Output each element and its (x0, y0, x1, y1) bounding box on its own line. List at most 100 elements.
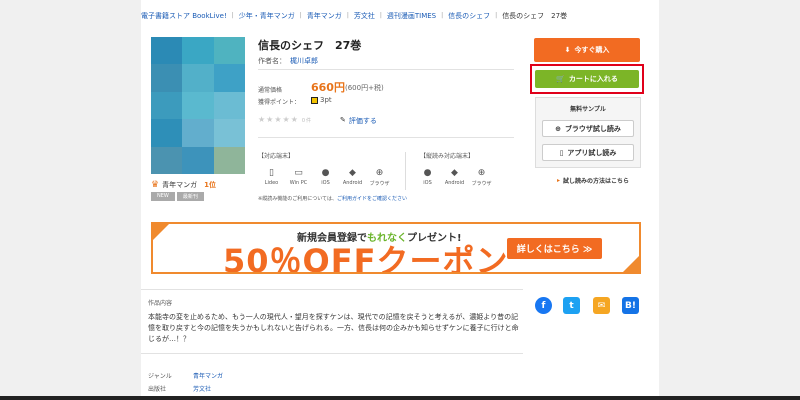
android-icon: ◆ (451, 168, 458, 178)
breadcrumb-publisher[interactable]: 芳文社 (354, 11, 375, 21)
author-label: 作者名： (258, 57, 286, 65)
author-row: 作者名： 梶川卓郎 (258, 56, 318, 66)
apple-icon: ● (321, 168, 330, 178)
device-label: Android (444, 180, 465, 186)
tablet-icon: ▯ (269, 168, 274, 178)
breadcrumb-current: 信長のシェフ 27巻 (502, 11, 568, 20)
publisher-label: 出版社 (148, 386, 167, 393)
usage-guide-link[interactable]: ご利用ガイドをご確認ください (337, 196, 407, 202)
coupon-banner[interactable]: 新規会員登録でもれなくプレゼント! 50％OFFクーポン 詳しくはこちら ≫ (151, 222, 641, 274)
globe-icon: ⊕ (375, 168, 384, 178)
new-badge: NEW (151, 192, 175, 201)
breadcrumb-series[interactable]: 信長のシェフ (448, 11, 490, 21)
pencil-icon: ✎ (340, 116, 346, 124)
price-label: 通常価格 (258, 87, 283, 94)
vertical-devices: ● iOS ◆ Android ⊕ ブラウザ (414, 167, 495, 187)
banner-details-button[interactable]: 詳しくはこちら ≫ (507, 238, 602, 259)
price-value: 660円 (311, 81, 345, 94)
star-icons: ★★★★★ (258, 115, 299, 124)
device-label: ブラウザ (369, 181, 390, 187)
supported-devices-label: 【対応端末】 (258, 153, 295, 160)
device-label: Win PC (289, 180, 308, 186)
crown-icon: ♛ (151, 180, 160, 190)
divider (405, 152, 406, 190)
rating-count: 0件 (301, 118, 313, 124)
ranking-category: 青年マンガ (162, 181, 198, 189)
cover-tile (151, 64, 183, 92)
sample-help-link[interactable]: ▸ 試し読みの方法はこちら (557, 176, 629, 185)
breadcrumb-store[interactable]: 電子書籍ストア BookLive! (141, 11, 227, 21)
add-to-cart-label: カートに入れる (568, 75, 618, 83)
cover-tile (182, 37, 214, 65)
smartphone-icon: ▯ (559, 148, 564, 157)
cover-tile (213, 146, 245, 174)
cart-icon: 🛒 (556, 75, 565, 83)
device-item: ⊕ ブラウザ (468, 167, 495, 187)
mail-share-icon[interactable]: ✉ (593, 297, 610, 314)
book-cover-image[interactable] (151, 37, 245, 174)
breadcrumb: 電子書籍ストア BookLive! | 少年・青年マンガ | 青年マンガ | 芳… (141, 8, 567, 23)
device-item: ▭ Win PC (285, 167, 312, 187)
description-section: 作品内容 本能寺の変を止めるため、もう一人の現代人・望月を探すケンは、現代での記… (141, 289, 523, 354)
breadcrumb-seinen[interactable]: 青年マンガ (307, 11, 342, 21)
cover-tile (151, 146, 183, 174)
points-value: 3pt (320, 96, 332, 104)
cover-tile (213, 64, 245, 92)
free-sample-title: 無料サンプル (570, 106, 606, 113)
device-label: iOS (321, 180, 330, 186)
publisher-row: 出版社 芳文社 (148, 384, 211, 393)
author-link[interactable]: 梶川卓郎 (290, 56, 318, 66)
cover-tile (213, 91, 245, 120)
breadcrumb-separator: | (231, 12, 234, 19)
breadcrumb-magazine[interactable]: 週刊漫画TIMES (387, 11, 436, 21)
device-item: ▯ Lideo (258, 167, 285, 187)
cover-tile (151, 37, 183, 65)
facebook-share-icon[interactable]: f (535, 297, 552, 314)
device-item: ⊕ ブラウザ (366, 167, 393, 187)
genre-link[interactable]: 青年マンガ (193, 371, 223, 380)
banner-corner (623, 256, 639, 272)
vertical-devices-label: 【縦読み対応端末】 (420, 153, 475, 160)
browser-preview-button[interactable]: ⊕ ブラウザ試し読み (542, 120, 634, 137)
banner-coupon-text: 50％OFFクーポン (223, 242, 509, 274)
buy-now-label: 今すぐ購入 (574, 46, 610, 54)
device-label: Android (342, 180, 363, 186)
breadcrumb-separator: | (299, 12, 302, 19)
review-label: 評価する (348, 117, 377, 125)
banner-corner (153, 224, 169, 240)
globe-icon: ⊕ (555, 124, 561, 133)
taskbar-strip (0, 396, 800, 400)
hatena-bookmark-icon[interactable]: B! (622, 297, 639, 314)
android-icon: ◆ (349, 168, 356, 178)
app-preview-button[interactable]: ▯ アプリ試し読み (542, 144, 634, 161)
page-title: 信長のシェフ 27巻 (258, 39, 362, 52)
device-item: ◆ Android (339, 167, 366, 187)
sample-help-label: 試し読みの方法はこちら (563, 178, 630, 185)
add-to-cart-button[interactable]: 🛒 カートに入れる (535, 70, 639, 88)
twitter-share-icon[interactable]: t (563, 297, 580, 314)
device-item: ● iOS (414, 167, 441, 187)
genre-row: ジャンル 青年マンガ (148, 371, 223, 380)
cover-tile (182, 64, 214, 92)
breadcrumb-separator: | (441, 12, 444, 19)
globe-icon: ⊕ (477, 168, 486, 178)
divider (258, 137, 514, 138)
publisher-link[interactable]: 芳文社 (193, 384, 211, 393)
vertical-reading-notice: ※縦読み機能のご利用については、ご利用ガイドをご確認ください (258, 195, 407, 202)
breadcrumb-shonen-seinen[interactable]: 少年・青年マンガ (239, 11, 295, 21)
cover-tile (182, 91, 214, 120)
ranking: ♛ 青年マンガ 1位 (151, 180, 216, 190)
point-icon (311, 96, 318, 104)
description-text: 本能寺の変を止めるため、もう一人の現代人・望月を探すケンは、現代での記憶を戻そう… (148, 313, 519, 343)
buy-now-button[interactable]: ⬇ 今すぐ購入 (534, 38, 640, 62)
breadcrumb-separator: | (495, 12, 498, 19)
description-heading: 作品内容 (148, 300, 173, 307)
divider (258, 69, 514, 70)
browser-preview-label: ブラウザ試し読み (564, 124, 621, 133)
device-label: Lideo (264, 180, 279, 186)
genre-label: ジャンル (148, 373, 172, 380)
arrow-right-icon: ▸ (557, 177, 561, 184)
review-link[interactable]: ✎ 評価する (340, 116, 377, 126)
cover-tile (151, 119, 183, 147)
points-label: 獲得ポイント： (258, 99, 301, 106)
